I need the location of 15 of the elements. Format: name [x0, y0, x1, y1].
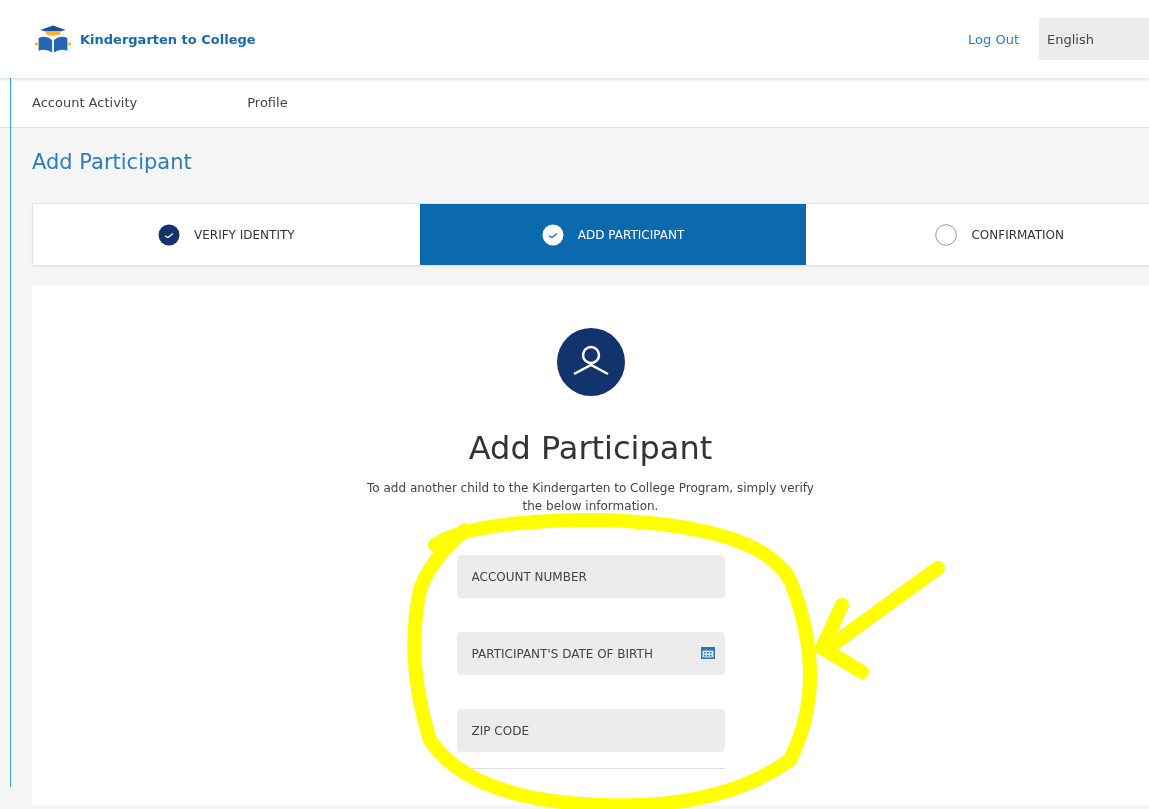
nav-link[interactable]: Profile [247, 95, 288, 110]
input-field[interactable]: PARTICIPANT'S DATE OF BIRTH [456, 632, 725, 675]
input-field[interactable]: ZIP CODE [456, 709, 725, 752]
person-icon [556, 328, 625, 396]
step-tab[interactable]: VERIFY IDENTITY [33, 204, 420, 265]
step-tab[interactable]: CONFIRMATION [806, 204, 1149, 265]
nav-link[interactable]: Account Activity [32, 95, 138, 110]
brand-name[interactable]: Kindergarten to College [80, 31, 256, 47]
intro-text: To add another child to the Kindergarten to College Program, simply verify the below information. [366, 480, 815, 515]
language-select[interactable]: English [1039, 18, 1149, 60]
step-tab[interactable]: ADD PARTICIPANT [419, 204, 807, 265]
input-field[interactable]: ACCOUNT NUMBER [456, 555, 725, 598]
form-heading: Add Participant [468, 429, 713, 467]
page-title: Add Participant [32, 149, 193, 176]
logout-link[interactable]: Log Out [968, 31, 1019, 47]
